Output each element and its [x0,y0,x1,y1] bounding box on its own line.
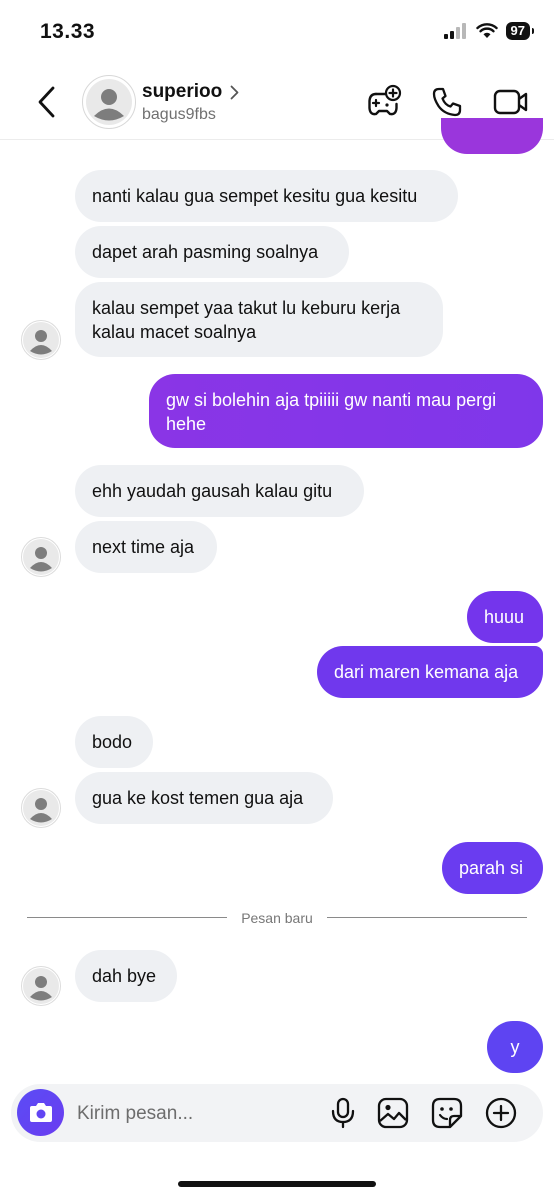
message-bubble[interactable]: huuu [467,591,543,643]
battery-indicator: 97 [505,22,535,40]
message-bubble[interactable]: ehh yaudah gausah kalau gitu [75,465,364,517]
message-bubble[interactable]: kalau sempet yaa takut lu keburu kerja k… [75,282,443,357]
display-name: superioo [142,81,223,102]
more-options-button[interactable] [482,1094,520,1132]
new-messages-label: Pesan baru [241,910,313,926]
default-avatar-icon [23,539,59,575]
message-bubble[interactable]: y [487,1021,543,1073]
voice-message-button[interactable] [324,1094,362,1132]
username: bagus9fbs [142,106,216,123]
message-bubble[interactable]: bodo [75,716,153,768]
game-controller-plus-icon [368,84,402,116]
back-button[interactable] [32,84,62,120]
default-avatar-icon [86,79,132,125]
video-call-button[interactable] [492,83,530,121]
status-time: 13.33 [40,20,96,43]
gallery-button[interactable] [374,1094,412,1132]
message-bubble[interactable]: next time aja [75,521,217,573]
camera-icon [29,1102,52,1122]
effects-button[interactable] [365,83,403,121]
home-indicator [178,1181,376,1187]
profile-name-link[interactable]: superioo [142,81,239,103]
default-avatar-icon [23,322,59,358]
image-icon [377,1097,409,1129]
message-input[interactable] [75,1101,319,1127]
sender-avatar[interactable] [21,320,61,360]
sticker-icon [431,1097,463,1129]
sticker-button[interactable] [428,1094,466,1132]
voice-call-button[interactable] [428,83,466,121]
message-bubble[interactable]: dah bye [75,950,177,1002]
message-bubble[interactable]: gua ke kost temen gua aja [75,772,333,824]
chevron-left-icon [38,86,55,118]
plus-circle-icon [485,1097,517,1129]
phone-icon [432,87,462,117]
previous-sent-bubble-edge [441,118,543,154]
wifi-icon [475,23,498,38]
sender-avatar[interactable] [21,537,61,577]
default-avatar-icon [23,790,59,826]
microphone-icon [331,1097,355,1129]
status-indicators: 97 [443,22,535,40]
default-avatar-icon [23,968,59,1004]
message-bubble[interactable]: nanti kalau gua sempet kesitu gua kesitu [75,170,458,222]
message-bubble[interactable]: parah si [442,842,543,894]
message-bubble[interactable]: dari maren kemana aja [317,646,543,698]
sender-avatar[interactable] [21,788,61,828]
message-bubble[interactable]: gw si bolehin aja tpiiiii gw nanti mau p… [149,374,543,448]
signal-icon [443,23,466,39]
sender-avatar[interactable] [21,966,61,1006]
profile-avatar[interactable] [82,75,136,129]
message-bubble[interactable]: dapet arah pasming soalnya [75,226,349,278]
chevron-right-icon [230,85,239,99]
video-camera-icon [493,89,528,115]
camera-button[interactable] [17,1089,64,1136]
